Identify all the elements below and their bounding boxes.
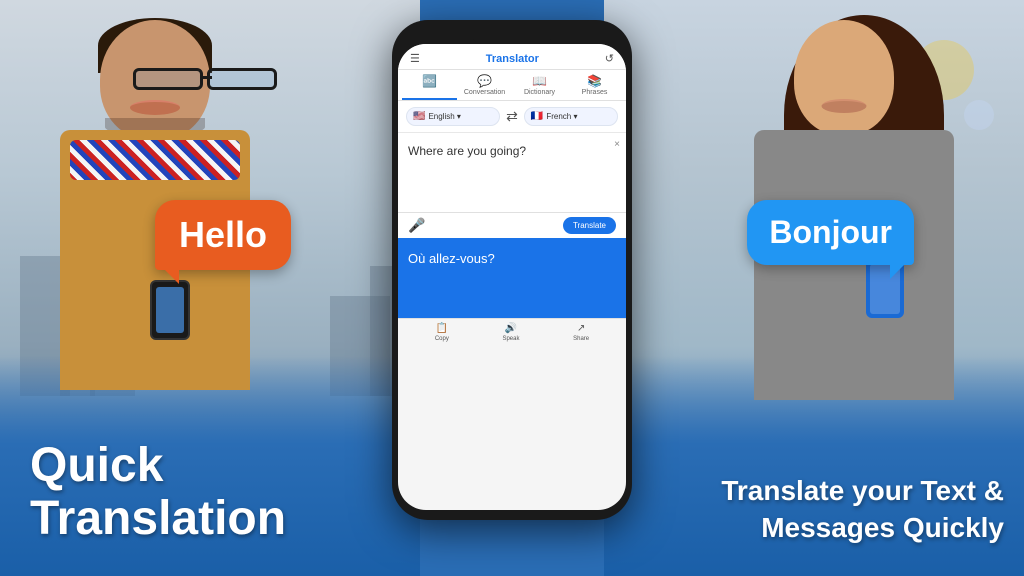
right-headline-line1: Translate your Text &: [721, 473, 1004, 509]
right-headline-line2: Messages Quickly: [721, 510, 1004, 546]
input-text: Where are you going?: [408, 143, 616, 160]
tab-text-icon: 🔤: [422, 74, 437, 88]
tab-bar: 🔤 💬 Conversation 📖 Dictionary 📚 Phrases: [398, 70, 626, 101]
glasses-left: [133, 68, 203, 90]
input-area: Where are you going? ×: [398, 133, 626, 213]
tab-conversation-label: Conversation: [464, 89, 505, 96]
woman-head: [794, 20, 894, 135]
app-title: Translator: [486, 53, 539, 65]
app-header: ☰ Translator ↺: [398, 44, 626, 70]
target-language-btn[interactable]: 🇫🇷 French ▾: [524, 107, 618, 126]
speak-label: Speak: [502, 336, 519, 342]
glasses-bridge: [200, 76, 212, 79]
tab-conversation-icon: 💬: [477, 74, 492, 88]
tab-dictionary-icon: 📖: [532, 74, 547, 88]
woman-body: [754, 130, 954, 400]
tab-dictionary-label: Dictionary: [524, 89, 555, 96]
tab-phrases[interactable]: 📚 Phrases: [567, 70, 622, 100]
phone-outer: ☰ Translator ↺ 🔤 💬 Conversation 📖 Dictio…: [392, 20, 632, 520]
microphone-btn[interactable]: 🎤: [408, 217, 425, 234]
tab-text[interactable]: 🔤: [402, 70, 457, 100]
headline-line1: Quick: [30, 440, 286, 493]
man-phone-hand: [150, 280, 190, 340]
copy-btn[interactable]: 📋 Copy: [435, 323, 449, 342]
speak-btn[interactable]: 🔊 Speak: [502, 323, 519, 342]
glasses-right: [207, 68, 277, 90]
share-icon: ↗: [577, 323, 585, 334]
target-lang-label: French ▾: [546, 112, 577, 121]
tab-phrases-icon: 📚: [587, 74, 602, 88]
copy-icon: 📋: [436, 323, 448, 334]
phone-screen: ☰ Translator ↺ 🔤 💬 Conversation 📖 Dictio…: [398, 44, 626, 510]
tab-dictionary[interactable]: 📖 Dictionary: [512, 70, 567, 100]
translate-button[interactable]: Translate: [563, 217, 616, 234]
woman-smile: [822, 99, 867, 113]
hello-bubble: Hello: [155, 200, 291, 270]
history-icon[interactable]: ↺: [605, 52, 614, 65]
share-btn[interactable]: ↗ Share: [573, 323, 589, 342]
man-smile: [130, 100, 180, 115]
translated-text: Où allez-vous?: [408, 250, 616, 268]
left-headline: Quick Translation: [30, 440, 286, 546]
swap-languages-btn[interactable]: ⇄: [504, 108, 520, 125]
clear-input-btn[interactable]: ×: [614, 139, 620, 150]
target-flag: 🇫🇷: [531, 111, 543, 122]
source-flag: 🇺🇸: [413, 111, 425, 122]
output-actions-bar: 📋 Copy 🔊 Speak ↗ Share: [398, 318, 626, 346]
share-label: Share: [573, 336, 589, 342]
headline-line2: Translation: [30, 493, 286, 546]
man-phone-screen: [156, 287, 184, 333]
bonjour-bubble: Bonjour: [747, 200, 914, 265]
source-lang-label: English ▾: [428, 112, 460, 121]
tab-phrases-label: Phrases: [582, 89, 608, 96]
output-area: Où allez-vous?: [398, 238, 626, 318]
copy-label: Copy: [435, 336, 449, 342]
man-scarf: [70, 140, 240, 180]
speak-icon: 🔊: [505, 323, 517, 334]
phone-mockup: ☰ Translator ↺ 🔤 💬 Conversation 📖 Dictio…: [392, 0, 632, 576]
right-headline: Translate your Text & Messages Quickly: [721, 473, 1004, 546]
source-language-btn[interactable]: 🇺🇸 English ▾: [406, 107, 500, 126]
tab-conversation[interactable]: 💬 Conversation: [457, 70, 512, 100]
input-actions-bar: 🎤 Translate: [398, 213, 626, 238]
phone-notch: [472, 28, 552, 44]
menu-icon[interactable]: ☰: [410, 52, 420, 65]
language-bar: 🇺🇸 English ▾ ⇄ 🇫🇷 French ▾: [398, 101, 626, 133]
